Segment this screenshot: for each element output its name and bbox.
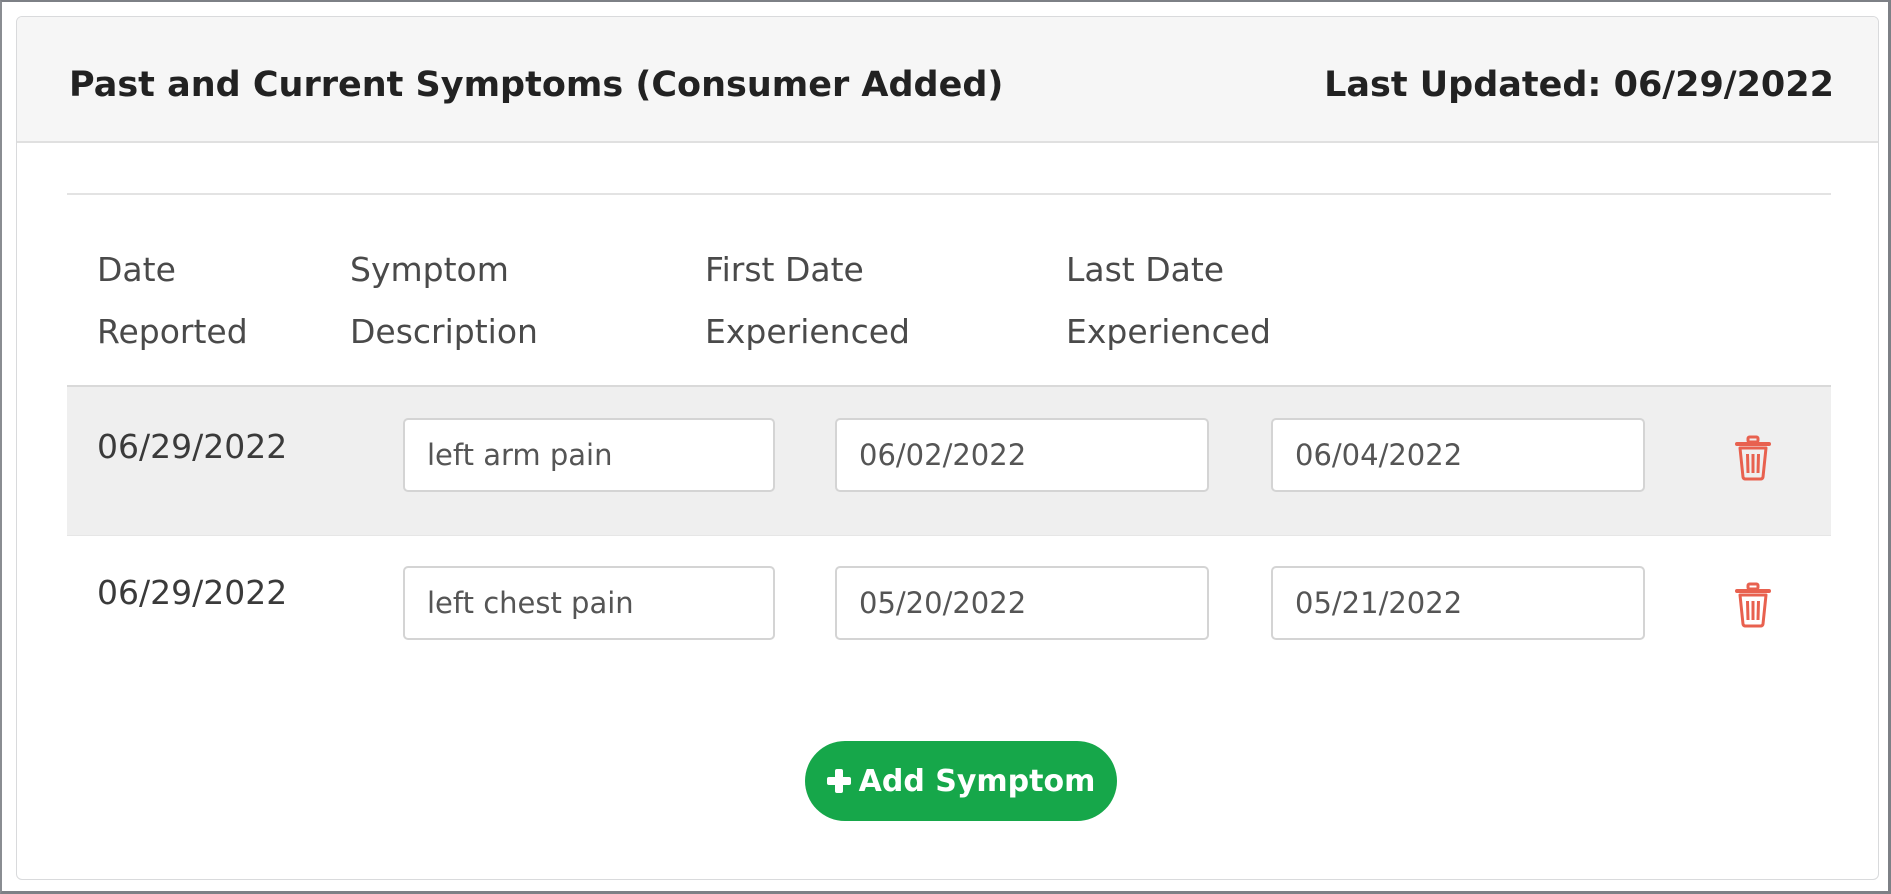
first-date-input[interactable] [835, 566, 1209, 640]
date-reported-value: 06/29/2022 [97, 427, 288, 466]
trash-icon[interactable] [1735, 435, 1771, 481]
add-symptom-label: Add Symptom [858, 763, 1096, 799]
column-header-date-reported: Date Reported [97, 250, 248, 351]
plus-icon [826, 769, 851, 793]
table-row: 06/29/2022 [67, 535, 1831, 685]
table-row: 06/29/2022 [67, 385, 1831, 535]
column-header-symptom-description: Symptom Description [350, 250, 538, 351]
last-updated-label: Last Updated: 06/29/2022 [1324, 65, 1834, 105]
column-header-last-date: Last Date Experienced [1066, 250, 1271, 351]
first-date-input[interactable] [835, 418, 1209, 492]
last-date-input[interactable] [1271, 418, 1645, 492]
date-reported-value: 06/29/2022 [97, 573, 288, 612]
symptoms-card: Past and Current Symptoms (Consumer Adde… [16, 16, 1879, 880]
symptom-description-input[interactable] [403, 566, 775, 640]
table-top-divider [67, 193, 1831, 195]
card-title: Past and Current Symptoms (Consumer Adde… [69, 65, 1004, 105]
symptom-description-input[interactable] [403, 418, 775, 492]
column-header-first-date: First Date Experienced [705, 250, 910, 351]
card-header: Past and Current Symptoms (Consumer Adde… [17, 17, 1878, 143]
window-frame: Past and Current Symptoms (Consumer Adde… [0, 0, 1891, 894]
trash-icon[interactable] [1735, 582, 1771, 628]
add-symptom-button[interactable]: Add Symptom [805, 741, 1117, 821]
last-date-input[interactable] [1271, 566, 1645, 640]
